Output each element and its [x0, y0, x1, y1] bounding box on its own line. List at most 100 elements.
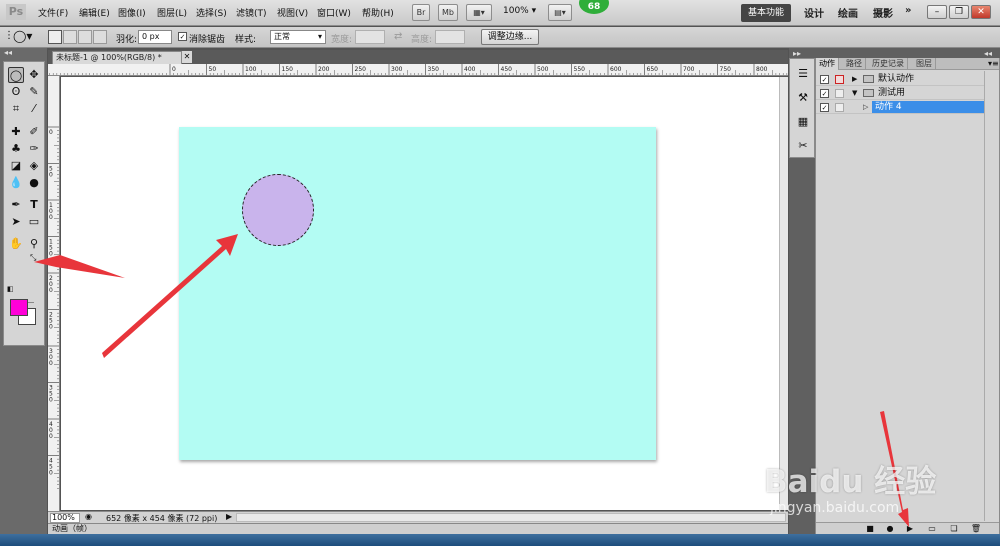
tool-presets-icon[interactable]: ⚒	[796, 91, 810, 105]
pen-tool-icon[interactable]: ✒	[8, 197, 24, 213]
zoom-status-field[interactable]: 100%	[50, 513, 80, 523]
dock-expand-icon[interactable]: ◂◂	[984, 49, 992, 58]
channels-icon[interactable]: ▦	[796, 115, 810, 129]
menu-file[interactable]: 文件(F)	[38, 6, 68, 19]
paint-bucket-tool-icon[interactable]: ◈	[26, 158, 42, 174]
new-set-icon[interactable]: ▭	[926, 524, 938, 533]
document-canvas[interactable]	[179, 127, 656, 460]
document-tab[interactable]: 未标题-1 @ 100%(RGB/8) *	[52, 51, 182, 64]
vertical-scrollbar[interactable]	[779, 77, 788, 510]
path-selection-tool-icon[interactable]: ➤	[8, 214, 24, 230]
elliptical-marquee-preset-icon[interactable]: ◯▾	[13, 29, 32, 43]
hand-tool-icon[interactable]: ✋	[8, 236, 24, 252]
elliptical-marquee-tool-icon[interactable]: ◯	[8, 67, 24, 83]
actions-panel-icon[interactable]: ☰	[796, 67, 810, 81]
dialog-toggle-icon[interactable]	[835, 103, 844, 112]
expand-triangle-icon[interactable]: ▷	[863, 101, 868, 113]
stop-icon[interactable]: ■	[864, 524, 876, 533]
tab-paths[interactable]: 路径	[843, 58, 866, 70]
tab-close-icon[interactable]: ✕	[182, 51, 192, 63]
status-info-icon[interactable]: ◉	[85, 512, 92, 521]
eyedropper-tool-icon[interactable]: ⁄	[26, 101, 42, 117]
vertical-ruler[interactable]: 050100150200250300350400450	[48, 76, 60, 512]
horizontal-scrollbar[interactable]	[236, 513, 786, 522]
menu-filter[interactable]: 滤镜(T)	[236, 6, 267, 19]
workspace-basic[interactable]: 基本功能	[741, 4, 791, 22]
action-4-selected[interactable]: 动作 4	[872, 101, 984, 113]
feather-input[interactable]: 0 px	[138, 30, 172, 44]
workspace-photography[interactable]: 摄影	[873, 5, 893, 20]
panel-collapse-icon[interactable]: ◂◂	[4, 48, 12, 57]
action-item-row[interactable]: ✓ ▷ 动作 4	[816, 101, 984, 114]
dodge-tool-icon[interactable]: ●	[26, 175, 42, 191]
new-selection-icon[interactable]	[48, 30, 62, 44]
eraser-tool-icon[interactable]: ◪	[8, 158, 24, 174]
width-input[interactable]	[355, 30, 385, 44]
record-icon[interactable]: ●	[884, 524, 896, 533]
action-toggle-checkbox[interactable]: ✓	[820, 75, 829, 84]
minibridge-button[interactable]: Mb	[438, 4, 458, 21]
zoom-level-dropdown[interactable]: 100% ▾	[503, 6, 536, 16]
brush-tool-icon[interactable]: ✐	[26, 124, 42, 140]
add-selection-icon[interactable]	[63, 30, 77, 44]
animation-panel-tab[interactable]: 动画（帧）	[48, 523, 788, 534]
bridge-button[interactable]: Br	[412, 4, 430, 21]
tab-history[interactable]: 历史记录	[869, 58, 908, 70]
refine-edge-button[interactable]: 调整边缘...	[481, 29, 539, 45]
antialias-checkbox[interactable]: ✓	[178, 32, 187, 41]
default-colors-icon[interactable]: ◧	[7, 285, 14, 293]
style-dropdown[interactable]: 正常 ▾	[270, 30, 326, 44]
horizontal-ruler[interactable]: 0 50 100 150 200 250 300 350 400 450 500 550 600 650 7…	[48, 64, 788, 76]
expand-triangle-icon[interactable]: ▶	[852, 73, 857, 85]
rectangle-tool-icon[interactable]: ▭	[26, 214, 42, 230]
close-button[interactable]: ✕	[971, 5, 991, 19]
subtract-selection-icon[interactable]	[78, 30, 92, 44]
minimize-button[interactable]: –	[927, 5, 947, 19]
menu-help[interactable]: 帮助(H)	[362, 6, 394, 19]
menu-window[interactable]: 窗口(W)	[317, 6, 351, 19]
workspace-more-button[interactable]: »	[905, 5, 911, 16]
menu-layer[interactable]: 图层(L)	[157, 6, 187, 19]
zoom-tool-icon[interactable]: ⚲	[26, 236, 42, 252]
height-input[interactable]	[435, 30, 465, 44]
elliptical-selection[interactable]	[242, 174, 314, 246]
foreground-color-swatch[interactable]	[10, 299, 28, 316]
delete-icon[interactable]: 🗑	[970, 524, 982, 533]
new-action-icon[interactable]: ❏	[948, 524, 960, 533]
action-toggle-checkbox[interactable]: ✓	[820, 89, 829, 98]
intersect-selection-icon[interactable]	[93, 30, 107, 44]
workspace-design[interactable]: 设计	[804, 5, 824, 20]
swap-colors-icon[interactable]: ⤡	[30, 253, 36, 263]
panel-menu-icon[interactable]: ▾≡	[988, 59, 999, 68]
play-icon[interactable]: ▶	[904, 524, 916, 533]
action-set-test[interactable]: ✓ ▼ 测试用	[816, 87, 984, 100]
crop-tool-icon[interactable]: ⌗	[8, 101, 24, 117]
action-toggle-checkbox[interactable]: ✓	[820, 103, 829, 112]
history-brush-tool-icon[interactable]: ✑	[26, 141, 42, 157]
restore-button[interactable]: ❐	[949, 5, 969, 19]
menu-view[interactable]: 视图(V)	[277, 6, 308, 19]
type-tool-icon[interactable]: T	[26, 197, 42, 213]
tab-layers[interactable]: 图层	[913, 58, 936, 70]
menu-image[interactable]: 图像(I)	[118, 6, 146, 19]
move-tool-icon[interactable]: ✥	[26, 67, 42, 83]
dialog-toggle-icon[interactable]	[835, 89, 844, 98]
menu-edit[interactable]: 编辑(E)	[79, 6, 110, 19]
collapse-triangle-icon[interactable]: ▼	[852, 87, 857, 99]
tab-actions[interactable]: 动作	[816, 58, 839, 70]
menu-select[interactable]: 选择(S)	[196, 6, 227, 19]
swap-icon[interactable]: ⇄	[394, 31, 402, 42]
action-set-default[interactable]: ✓ ▶ 默认动作	[816, 73, 984, 86]
brush-presets-icon[interactable]: ✂	[796, 139, 810, 153]
actions-scrollbar[interactable]	[984, 71, 998, 521]
lasso-tool-icon[interactable]: ʘ	[8, 84, 24, 100]
clone-stamp-tool-icon[interactable]: ♣	[8, 141, 24, 157]
arrange-documents-button[interactable]: ▤▾	[548, 4, 572, 21]
blur-tool-icon[interactable]: 💧	[8, 175, 24, 191]
spot-healing-tool-icon[interactable]: ✚	[8, 124, 24, 140]
dock-collapse-icon[interactable]: ▸▸	[793, 49, 801, 58]
view-extras-button[interactable]: ▦▾	[466, 4, 492, 21]
status-menu-arrow-icon[interactable]: ▶	[226, 512, 232, 521]
dialog-toggle-icon[interactable]	[835, 75, 844, 84]
workspace-painting[interactable]: 绘画	[838, 5, 858, 20]
